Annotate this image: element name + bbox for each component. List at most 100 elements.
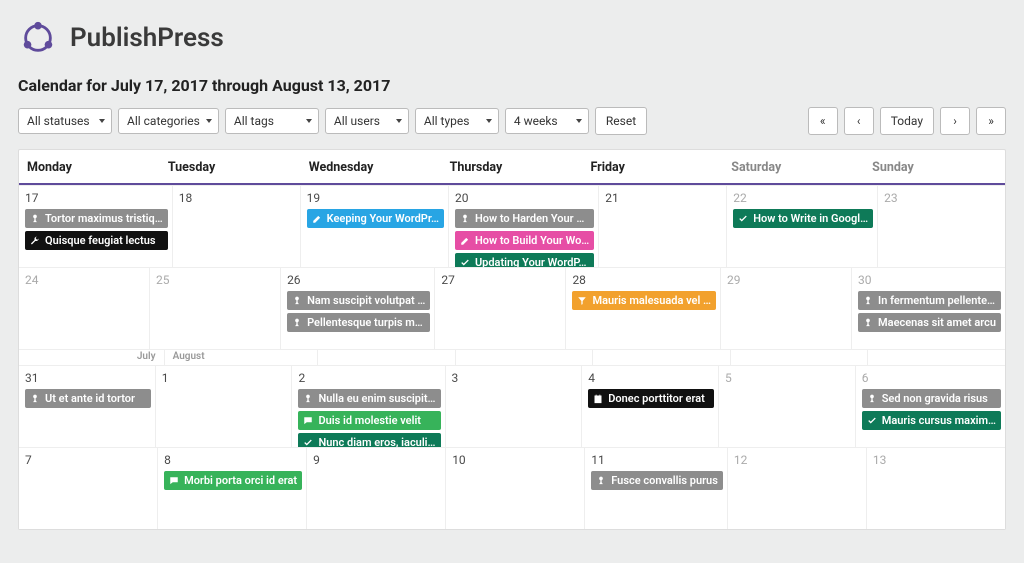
calendar-cell[interactable]: 6 Sed non gravida risus Mauris cursus maxi… — [855, 365, 1005, 447]
event-title: Tortor maximus tristiq… — [45, 212, 163, 225]
calendar-cell[interactable]: 30 In fermentum pellente… Maecenas sit ame… — [851, 267, 1005, 349]
calendar-event[interactable]: How to Harden Your … — [455, 209, 594, 228]
pin-icon — [30, 214, 40, 224]
filter-duration[interactable]: 4 weeks — [505, 108, 589, 134]
event-title: Mauris malesuada vel … — [592, 294, 711, 307]
month-label: August — [164, 349, 318, 365]
pin-icon — [303, 394, 313, 404]
calendar-cell[interactable]: 7 — [19, 447, 157, 529]
calendar-event[interactable]: Keeping Your WordPr… — [307, 209, 444, 228]
filter-type[interactable]: All types — [415, 108, 499, 134]
reset-button[interactable]: Reset — [595, 107, 647, 135]
logo — [18, 18, 58, 58]
calendar-event[interactable]: Duis id molestie velit — [298, 411, 440, 430]
day-number: 4 — [588, 371, 714, 385]
calendar-cell[interactable]: 24 — [19, 267, 149, 349]
calendar-cell[interactable]: 2Nulla eu enim suscipit…Duis id molestie… — [291, 365, 444, 447]
app-header: PublishPress — [18, 18, 1006, 58]
calendar-event[interactable]: Sed non gravida risus — [862, 389, 1001, 408]
day-number: 23 — [884, 191, 1001, 205]
calendar-event[interactable]: Fusce convallis purus — [591, 471, 723, 490]
calendar-cell[interactable]: 9 — [306, 447, 445, 529]
event-title: In fermentum pellente… — [878, 294, 995, 307]
event-title: Quisque feugiat lectus — [45, 234, 156, 247]
calendar-cell[interactable]: 28Mauris malesuada vel … — [565, 267, 720, 349]
day-number: 5 — [725, 371, 851, 385]
filter-bar: All statuses All categories All tags All… — [18, 107, 1006, 135]
calendar-cell[interactable]: 3 — [445, 365, 582, 447]
calendar-event[interactable]: Donec porttitor erat — [588, 389, 714, 408]
event-title: Keeping Your WordPr… — [327, 212, 439, 225]
chevron-down-icon — [396, 119, 402, 123]
event-title: How to Build Your Wo… — [475, 234, 589, 247]
calendar-cell[interactable]: 31Ut et ante id tortor — [19, 365, 155, 447]
pin-icon — [596, 476, 606, 486]
filter-tag[interactable]: All tags — [225, 108, 319, 134]
calendar: MondayTuesdayWednesdayThursdayFridaySatu… — [18, 149, 1006, 530]
event-title: Nam suscipit volutpat … — [307, 294, 425, 307]
filter-category[interactable]: All categories — [118, 108, 219, 134]
weekday-header: Wednesday — [301, 150, 442, 185]
nav-last-button[interactable]: » — [976, 107, 1006, 135]
day-number: 22 — [733, 191, 873, 205]
calendar-event[interactable]: Tortor maximus tristiq… — [25, 209, 168, 228]
calendar-cell[interactable]: 10 — [445, 447, 584, 529]
calendar-cell[interactable]: 4 Donec porttitor erat — [581, 365, 718, 447]
pin-icon — [292, 318, 302, 328]
calendar-cell[interactable]: 11Fusce convallis purus — [584, 447, 727, 529]
calendar-cell[interactable]: 27 — [434, 267, 565, 349]
weekday-header: Tuesday — [160, 150, 301, 185]
calendar-event[interactable]: Pellentesque turpis m… — [287, 313, 430, 332]
calendar-cell[interactable]: 20How to Harden Your …How to Build Your … — [448, 185, 598, 267]
day-number: 24 — [25, 273, 145, 287]
calendar-cell[interactable]: 1 — [155, 365, 292, 447]
day-number: 10 — [452, 453, 580, 467]
calendar-cell[interactable]: 22 How to Write in Googl… — [726, 185, 877, 267]
pin-icon — [867, 394, 877, 404]
calendar-event[interactable]: Nam suscipit volutpat … — [287, 291, 430, 310]
nav-first-button[interactable]: « — [808, 107, 838, 135]
day-number: 30 — [858, 273, 1001, 287]
event-title: Mauris cursus maxim… — [882, 414, 996, 427]
day-number: 6 — [862, 371, 1001, 385]
calendar-event[interactable]: Maecenas sit amet arcu — [858, 313, 1001, 332]
weekday-header: Thursday — [442, 150, 583, 185]
calendar-event[interactable]: Mauris malesuada vel … — [572, 291, 716, 310]
filter-user[interactable]: All users — [325, 108, 409, 134]
wrench-icon — [30, 236, 40, 246]
calendar-cell[interactable]: 29 — [720, 267, 851, 349]
pin-icon — [863, 318, 873, 328]
calendar-cell[interactable]: 17Tortor maximus tristiq…Quisque feugiat… — [19, 185, 172, 267]
calendar-event[interactable]: Morbi porta orci id erat — [164, 471, 302, 490]
calendar-event[interactable]: In fermentum pellente… — [858, 291, 1001, 310]
event-title: Morbi porta orci id erat — [184, 474, 297, 487]
calendar-cell[interactable]: 19Keeping Your WordPr… — [300, 185, 448, 267]
pin-icon — [460, 214, 470, 224]
calendar-event[interactable]: How to Build Your Wo… — [455, 231, 594, 250]
calendar-cell[interactable]: 23 — [877, 185, 1005, 267]
chevron-down-icon — [576, 119, 582, 123]
nav-next-button[interactable]: › — [940, 107, 970, 135]
calendar-event[interactable]: Ut et ante id tortor — [25, 389, 151, 408]
today-button[interactable]: Today — [880, 107, 934, 135]
calendar-cell[interactable]: 21 — [598, 185, 726, 267]
calendar-cell[interactable]: 25 — [149, 267, 280, 349]
calendar-event[interactable]: Quisque feugiat lectus — [25, 231, 168, 250]
calendar-cell[interactable]: 18 — [172, 185, 300, 267]
filter-status[interactable]: All statuses — [18, 108, 112, 134]
event-title: Nulla eu enim suscipit… — [318, 392, 435, 405]
nav-prev-button[interactable]: ‹ — [844, 107, 874, 135]
event-title: Pellentesque turpis m… — [307, 316, 423, 329]
pencil-icon — [312, 214, 322, 224]
day-number: 25 — [156, 273, 276, 287]
calendar-cell[interactable]: 5 — [718, 365, 855, 447]
calendar-event[interactable]: Nulla eu enim suscipit… — [298, 389, 440, 408]
calendar-header-row: MondayTuesdayWednesdayThursdayFridaySatu… — [19, 150, 1005, 185]
calendar-event[interactable]: Mauris cursus maxim… — [862, 411, 1001, 430]
calendar-cell[interactable]: 8Morbi porta orci id erat — [157, 447, 306, 529]
calendar-cell[interactable]: 12 — [727, 447, 866, 529]
calendar-cell[interactable]: 13 — [866, 447, 1005, 529]
calendar-event[interactable]: How to Write in Googl… — [733, 209, 873, 228]
date-range-title: Calendar for July 17, 2017 through Augus… — [18, 76, 1006, 95]
calendar-cell[interactable]: 26Nam suscipit volutpat …Pellentesque tu… — [280, 267, 434, 349]
